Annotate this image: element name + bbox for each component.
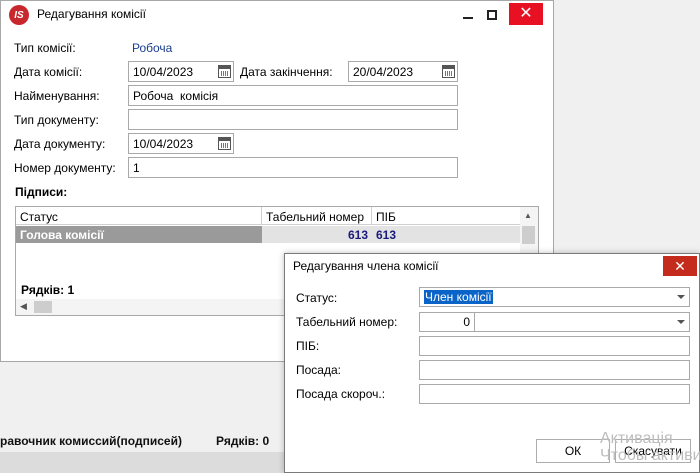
- window-titlebar[interactable]: IS Редагування комісії ✕: [1, 1, 553, 29]
- doc-date-value: 10/04/2023: [133, 137, 194, 151]
- dialog-title: Редагування члена комісії: [293, 259, 439, 273]
- window-title: Редагування комісії: [37, 7, 146, 21]
- column-header-tab-number[interactable]: Табельний номер: [262, 207, 372, 225]
- status-label: Статус:: [296, 291, 338, 305]
- background-rows-count: Рядків: 0: [216, 434, 270, 448]
- position-label: Посада:: [296, 363, 341, 377]
- end-date-label: Дата закінчення:: [240, 65, 333, 79]
- doc-date-label: Дата документу:: [14, 137, 106, 151]
- cell-pib[interactable]: 613: [372, 226, 520, 243]
- commission-type-label: Тип комісії:: [14, 41, 76, 55]
- doc-number-value: 1: [133, 161, 140, 175]
- tab-number-input[interactable]: 0: [419, 312, 475, 332]
- grid-header: Статус Табельний номер ПІБ: [16, 207, 538, 225]
- calendar-icon[interactable]: [218, 137, 231, 150]
- calendar-icon[interactable]: [218, 65, 231, 78]
- position-short-field[interactable]: [419, 384, 690, 404]
- rows-count: Рядків: 1: [21, 283, 75, 297]
- position-field[interactable]: [419, 360, 690, 380]
- status-value: Член комісії: [424, 290, 493, 304]
- vertical-scroll-thumb[interactable]: [522, 226, 535, 244]
- name-label: Найменування:: [14, 89, 100, 103]
- close-button[interactable]: ✕: [509, 3, 543, 25]
- commission-type-value: Робоча: [132, 41, 173, 55]
- dialog-close-button[interactable]: ✕: [663, 256, 697, 276]
- ok-button[interactable]: ОК: [536, 439, 610, 463]
- calendar-icon[interactable]: [442, 65, 455, 78]
- commission-date-value: 10/04/2023: [133, 65, 194, 79]
- scroll-up-arrow[interactable]: ▲: [524, 211, 532, 220]
- end-date-field[interactable]: 20/04/2023: [348, 61, 458, 82]
- dialog-titlebar[interactable]: Редагування члена комісії ✕: [285, 254, 699, 278]
- cell-tab-number[interactable]: 613: [262, 226, 372, 243]
- position-short-label: Посада скороч.:: [296, 387, 386, 401]
- app-logo: IS: [9, 5, 29, 25]
- doc-number-label: Номер документу:: [14, 161, 116, 175]
- horizontal-scroll-thumb[interactable]: [34, 301, 52, 313]
- scroll-left-arrow[interactable]: ◀: [20, 301, 27, 312]
- doc-number-field[interactable]: 1: [128, 157, 458, 178]
- commission-date-field[interactable]: 10/04/2023: [128, 61, 234, 82]
- tab-number-combo[interactable]: [474, 312, 690, 332]
- edit-member-dialog: Редагування члена комісії ✕ Статус: Член…: [284, 253, 700, 473]
- cancel-button[interactable]: Скасувати: [615, 439, 691, 463]
- table-row[interactable]: Голова комісії 613 613: [16, 226, 520, 243]
- status-select[interactable]: Член комісії: [419, 287, 690, 307]
- column-header-status[interactable]: Статус: [16, 207, 262, 225]
- tab-number-value: 0: [463, 315, 470, 329]
- signatures-title: Підписи:: [15, 185, 68, 199]
- background-status-title: равочник комиссий(подписей): [0, 434, 182, 448]
- name-value: Робоча комісія: [133, 89, 219, 103]
- minimize-icon: [463, 17, 473, 19]
- chevron-down-icon[interactable]: [677, 295, 685, 299]
- maximize-button[interactable]: [475, 1, 509, 29]
- tab-number-label: Табельний номер:: [296, 315, 398, 329]
- cell-status[interactable]: Голова комісії: [16, 226, 262, 243]
- close-icon: ✕: [519, 5, 533, 22]
- pib-field[interactable]: [419, 336, 690, 356]
- doc-type-label: Тип документу:: [14, 113, 99, 127]
- chevron-down-icon[interactable]: [677, 320, 685, 324]
- end-date-value: 20/04/2023: [353, 65, 414, 79]
- doc-date-field[interactable]: 10/04/2023: [128, 133, 234, 154]
- pib-label: ПІБ:: [296, 339, 320, 353]
- name-field[interactable]: Робоча комісія: [128, 85, 458, 106]
- close-icon: ✕: [674, 257, 686, 274]
- doc-type-field[interactable]: [128, 109, 458, 130]
- commission-date-label: Дата комісії:: [14, 65, 83, 79]
- maximize-icon: [487, 10, 497, 20]
- column-header-pib[interactable]: ПІБ: [372, 207, 520, 225]
